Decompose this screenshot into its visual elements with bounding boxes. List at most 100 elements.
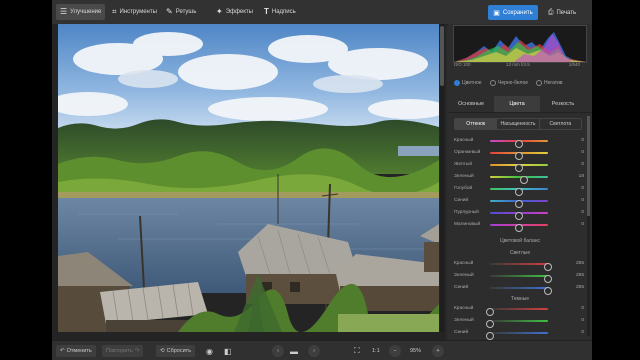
slider-track[interactable] bbox=[490, 140, 548, 148]
slider-handle[interactable] bbox=[515, 164, 523, 172]
slider-handle[interactable] bbox=[515, 212, 523, 220]
balance-highlights-green: Зеленый 255 bbox=[454, 272, 584, 283]
slider-handle[interactable] bbox=[515, 140, 523, 148]
compare-icon: ◧ bbox=[224, 346, 232, 356]
balance-shadows-red: Красный 0 bbox=[454, 305, 584, 316]
segment-hue[interactable]: Оттенок bbox=[455, 119, 498, 129]
slider-handle[interactable] bbox=[544, 275, 552, 283]
slider-label: Синий bbox=[454, 285, 469, 290]
slider-label: Оранжевый bbox=[454, 150, 481, 155]
slider-track[interactable] bbox=[490, 200, 548, 208]
slider-handle[interactable] bbox=[544, 287, 552, 295]
undo-button[interactable]: ↶ Отменить bbox=[56, 345, 96, 357]
slider-handle[interactable] bbox=[515, 188, 523, 196]
fit-to-screen-button[interactable]: ⛶ bbox=[354, 345, 360, 357]
radio-bw[interactable]: Черно-белое bbox=[490, 80, 528, 86]
radio-dot-icon bbox=[490, 80, 496, 86]
compare-button[interactable]: ◧ bbox=[224, 345, 232, 357]
segment-lightness[interactable]: Светлота bbox=[539, 119, 581, 129]
previous-image-button[interactable]: ‹ bbox=[272, 345, 284, 357]
subtab-basic[interactable]: Основные bbox=[448, 96, 494, 112]
reset-icon: ⟲ bbox=[160, 348, 165, 354]
slider-row-green: Зеленый 18 bbox=[454, 173, 584, 184]
slider-handle[interactable] bbox=[515, 200, 523, 208]
slider-handle[interactable] bbox=[515, 224, 523, 232]
zoom-out-button[interactable]: − bbox=[389, 345, 401, 357]
subtab-sharpness-label: Резкость bbox=[551, 101, 575, 107]
photo-canvas[interactable] bbox=[52, 24, 446, 340]
canvas-vertical-scrollbar[interactable] bbox=[440, 24, 444, 332]
radio-dot-icon bbox=[454, 80, 460, 86]
panel-scrollbar-thumb[interactable] bbox=[587, 116, 590, 216]
radio-bw-label: Черно-белое bbox=[498, 80, 529, 86]
slider-track[interactable] bbox=[490, 212, 548, 220]
tab-effects[interactable]: ✦ Эффекты bbox=[212, 4, 257, 20]
balance-shadows-blue: Синий 0 bbox=[454, 329, 584, 340]
redo-button[interactable]: Повторить ↷ bbox=[102, 345, 144, 357]
crop-icon: ⌗ bbox=[112, 7, 117, 16]
slider-handle[interactable] bbox=[515, 152, 523, 160]
slider-handle[interactable] bbox=[520, 176, 529, 184]
text-icon: T bbox=[264, 7, 269, 16]
chevron-left-icon: ‹ bbox=[277, 348, 279, 354]
next-image-button[interactable]: › bbox=[308, 345, 320, 357]
reset-button[interactable]: ⟲ Сбросить bbox=[156, 345, 196, 357]
slider-track[interactable] bbox=[486, 320, 548, 328]
tab-enhance[interactable]: ☰ Улучшение bbox=[56, 4, 106, 20]
undo-label: Отменить bbox=[66, 348, 92, 354]
slider-track[interactable] bbox=[490, 164, 548, 172]
tab-enhance-label: Улучшение bbox=[70, 9, 102, 15]
tab-tools[interactable]: ⌗ Инструменты bbox=[108, 4, 161, 20]
fit-screen-icon: ⛶ bbox=[354, 346, 360, 355]
open-folder-button[interactable]: ▬ bbox=[290, 345, 298, 357]
slider-track[interactable] bbox=[486, 332, 548, 340]
slider-handle[interactable] bbox=[544, 263, 552, 271]
panel-scrollbar[interactable] bbox=[587, 116, 590, 336]
folder-icon: ▬ bbox=[290, 346, 298, 356]
slider-value: 0 bbox=[581, 330, 584, 335]
lens-value: 13 mm f/4.5 bbox=[506, 62, 530, 67]
scrollbar-thumb[interactable] bbox=[440, 26, 444, 86]
slider-label: Малиновый bbox=[454, 222, 481, 227]
reset-label: Сбросить bbox=[166, 348, 192, 354]
slider-track[interactable] bbox=[486, 308, 548, 316]
radio-negative[interactable]: Негатив bbox=[536, 80, 563, 86]
slider-value: 0 bbox=[581, 186, 584, 191]
magic-wand-icon: ✦ bbox=[216, 7, 223, 16]
slider-value: 0 bbox=[581, 210, 584, 215]
slider-track[interactable] bbox=[490, 263, 552, 271]
slider-row-orange: Оранжевый 0 bbox=[454, 149, 584, 160]
balance-shadows-green: Зеленый 0 bbox=[454, 317, 584, 328]
actual-size-button[interactable]: 1:1 bbox=[372, 345, 380, 357]
slider-track[interactable] bbox=[490, 224, 548, 232]
slider-handle[interactable] bbox=[486, 332, 494, 340]
subtab-sharpness[interactable]: Резкость bbox=[540, 96, 586, 112]
eye-icon: ◉ bbox=[206, 346, 213, 356]
balance-highlights-red: Красный 255 bbox=[454, 260, 584, 271]
radio-negative-label: Негатив bbox=[544, 80, 563, 86]
print-button[interactable]: ⎙ Печать bbox=[540, 5, 584, 20]
save-button[interactable]: ▣ Сохранить bbox=[488, 5, 538, 20]
tab-retouch[interactable]: ✎ Ретушь bbox=[162, 4, 200, 20]
slider-label: Красный bbox=[454, 138, 474, 143]
subtab-colors[interactable]: Цвета bbox=[494, 96, 540, 112]
slider-row-yellow: Желтый 0 bbox=[454, 161, 584, 172]
plus-icon: + bbox=[436, 348, 440, 354]
preview-eye-button[interactable]: ◉ bbox=[206, 345, 213, 357]
slider-handle[interactable] bbox=[486, 320, 494, 328]
minus-icon: − bbox=[393, 348, 397, 354]
slider-track[interactable] bbox=[490, 152, 548, 160]
zoom-in-button[interactable]: + bbox=[432, 345, 444, 357]
slider-track[interactable] bbox=[490, 275, 552, 283]
radio-color[interactable]: Цветное bbox=[454, 80, 482, 86]
segment-saturation[interactable]: Насыщенность bbox=[497, 119, 540, 129]
slider-handle[interactable] bbox=[486, 308, 494, 316]
slider-track[interactable] bbox=[490, 188, 548, 196]
tab-text[interactable]: T Надпись bbox=[260, 4, 300, 20]
zoom-level-label: 95% bbox=[410, 348, 422, 354]
slider-value: 0 bbox=[581, 162, 584, 167]
slider-track[interactable] bbox=[490, 287, 552, 295]
hsl-segmented-control: Оттенок Насыщенность Светлота bbox=[454, 118, 582, 130]
tab-tools-label: Инструменты bbox=[119, 9, 157, 15]
slider-track[interactable] bbox=[490, 176, 548, 184]
